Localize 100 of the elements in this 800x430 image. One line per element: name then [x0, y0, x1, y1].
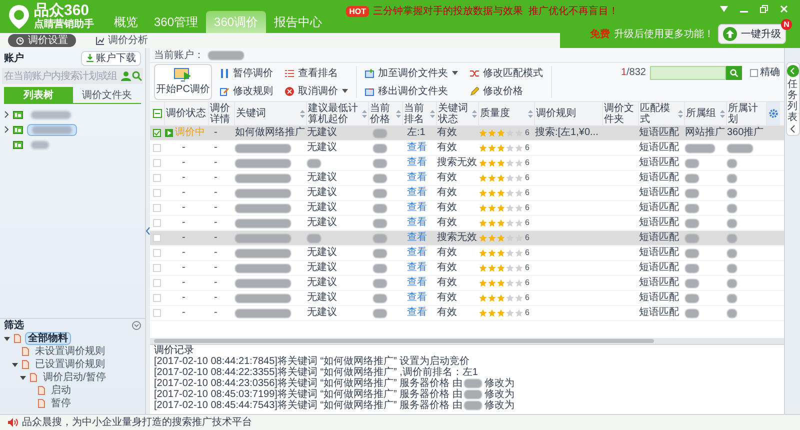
redacted-text [464, 379, 482, 388]
table-row[interactable]: - - 无建议 查看 有效 6 短语匹配 [150, 306, 784, 321]
row-checkbox[interactable] [153, 129, 161, 137]
table-row[interactable]: - - 查看 搜索无效 6 短语匹配 [150, 156, 784, 171]
panel-tab[interactable]: 调价文件夹 [72, 87, 141, 103]
column-header[interactable]: 调价详情 [210, 102, 233, 124]
table-row[interactable]: - - 无建议 查看 有效 6 短语匹配 [150, 201, 784, 216]
filter-item[interactable]: 未设置调价规则 [33, 346, 107, 357]
view-link[interactable]: 查看 [407, 187, 427, 199]
column-header[interactable]: 所属组 [686, 108, 719, 119]
search-icon [730, 68, 738, 76]
download-button[interactable]: 账户下载 [81, 50, 141, 66]
toolbar-button[interactable]: 查看排名 [285, 66, 348, 80]
table-cell: 无建议 [307, 127, 337, 139]
column-header[interactable]: 调价状态 [166, 108, 207, 119]
collapse-left-icon[interactable] [146, 227, 150, 235]
caret-down-icon[interactable] [4, 336, 10, 342]
view-link[interactable]: 查看 [407, 307, 427, 319]
table-row[interactable]: - - 无建议 查看 有效 6 短语匹配 [150, 291, 784, 306]
column-header[interactable]: 调价规则 [536, 108, 601, 119]
view-link[interactable]: 查看 [407, 157, 427, 169]
caret-down-icon[interactable] [20, 374, 26, 380]
table-cell: - [213, 142, 218, 154]
column-header[interactable]: 所属计划 [728, 102, 765, 124]
filter-item[interactable]: 全部物料 [25, 332, 71, 345]
search-field[interactable] [650, 66, 726, 80]
quality-score: 6 [525, 127, 530, 139]
download-icon [86, 54, 94, 62]
redacted-text [685, 174, 699, 182]
hot-badge: HOT [346, 6, 369, 17]
filter-item[interactable]: 暂停 [49, 398, 73, 409]
campaign-icon [13, 140, 23, 148]
up-arrow-icon [723, 27, 737, 41]
redacted-text [685, 264, 699, 272]
table-cell: 无建议 [307, 217, 337, 229]
toolbar-button[interactable]: 修改匹配模式 [470, 66, 543, 80]
chevron-right-icon[interactable] [4, 111, 9, 118]
upgrade-button[interactable]: 一键升级 [718, 24, 786, 44]
checkbox[interactable] [750, 68, 758, 76]
column-header[interactable]: 质量度 [480, 108, 527, 119]
log-entry: [2017-02-10 08:44:21:7845]将关键词 “如何做网络推广” 设置为启动竞价 [154, 356, 470, 367]
person-icon [121, 71, 131, 81]
app-tagline: 点睛营销助手 [34, 20, 94, 30]
caret-down-icon[interactable] [12, 362, 18, 368]
settings-icon[interactable] [769, 109, 778, 118]
search-button[interactable] [726, 66, 742, 80]
search-icon[interactable] [132, 71, 142, 81]
table-row[interactable]: - - 无建议 查看 有效 6 短语匹配 [150, 261, 784, 276]
column-header[interactable]: 当前价格 [370, 102, 395, 124]
column-header[interactable]: 关键词状态 [438, 102, 471, 124]
view-link[interactable]: 查看 [407, 202, 427, 214]
table-row[interactable]: - - 无建议 查看 有效 6 短语匹配 [150, 276, 784, 291]
task-list-button[interactable]: 任务列表 [786, 62, 800, 136]
table-row[interactable]: - - 无建议 查看 有效 6 短语匹配 [150, 171, 784, 186]
column-header[interactable]: 调价文件夹 [604, 102, 637, 124]
log-entry: [2017-02-10 08:45:03:7199]将关键词 “如何做网络推广” 服务器价格 由 [154, 389, 462, 400]
dropdown-icon[interactable] [720, 5, 728, 13]
filter-item[interactable]: 已设置调价规则 [33, 359, 107, 370]
scrollbar-thumb[interactable] [154, 339, 654, 343]
toolbar-button[interactable]: 取消调价 [285, 84, 348, 98]
redacted-text [685, 158, 699, 168]
redacted-text [235, 204, 291, 212]
toolbar-button[interactable]: 修改规则 [220, 84, 273, 98]
close-icon[interactable] [780, 5, 788, 13]
sub-tab[interactable]: 调价分析 [88, 34, 156, 47]
toolbar-button[interactable]: 移出调价文件夹 [365, 84, 458, 98]
column-header[interactable]: 关键词 [236, 108, 299, 119]
toolbar-button[interactable]: 暂停调价 [220, 66, 273, 80]
toolbar-button[interactable]: 修改价格 [470, 84, 543, 98]
table-cell: 搜索无效 [437, 157, 477, 169]
column-header[interactable]: 当前排名 [404, 102, 429, 124]
view-link[interactable]: 查看 [407, 277, 427, 289]
select-all-icon[interactable] [152, 109, 162, 118]
table-cell: 短语匹配 [639, 262, 679, 274]
redacted-text [235, 264, 291, 272]
chevron-right-icon[interactable] [4, 126, 9, 133]
table-row[interactable]: - - 无建议 查看 有效 6 短语匹配 [150, 186, 784, 201]
column-header[interactable]: 建议最低计算机起价 [308, 102, 361, 124]
table-row[interactable]: - - 无建议 查看 有效 6 短语匹配 [150, 141, 784, 156]
collapse-icon[interactable] [132, 321, 141, 330]
view-link[interactable]: 查看 [407, 262, 427, 274]
view-link[interactable]: 查看 [407, 142, 427, 154]
table-row[interactable]: - - 无建议 查看 有效 6 短语匹配 [150, 246, 784, 261]
view-link[interactable]: 查看 [407, 217, 427, 229]
view-link[interactable]: 查看 [407, 247, 427, 259]
table-row[interactable]: 调价中 - 如何做网络推广 无建议 左:1 有效 6 搜索:[左1,¥0... 短语匹配 网站推广 360推广 [150, 126, 784, 141]
view-link[interactable]: 查看 [407, 292, 427, 304]
column-header[interactable]: 匹配模式 [640, 102, 677, 124]
sub-tab[interactable]: 调价设置 [8, 34, 76, 47]
tree-item[interactable] [27, 124, 77, 136]
toolbar-button[interactable]: 加至调价文件夹 [365, 66, 458, 80]
redacted-text [727, 144, 753, 152]
redacted-text [235, 308, 291, 318]
view-link[interactable]: 查看 [407, 172, 427, 184]
table-row[interactable]: - - 无建议 查看 有效 6 短语匹配 [150, 216, 784, 231]
filter-item[interactable]: 启动 [49, 385, 73, 396]
search-field[interactable]: 在当前账户内搜索计划或组 [2, 68, 143, 84]
restore-icon[interactable] [760, 5, 768, 13]
start-button[interactable]: 开始PC调价 [154, 64, 212, 100]
filter-item[interactable]: 调价启动/暂停 [41, 372, 108, 383]
